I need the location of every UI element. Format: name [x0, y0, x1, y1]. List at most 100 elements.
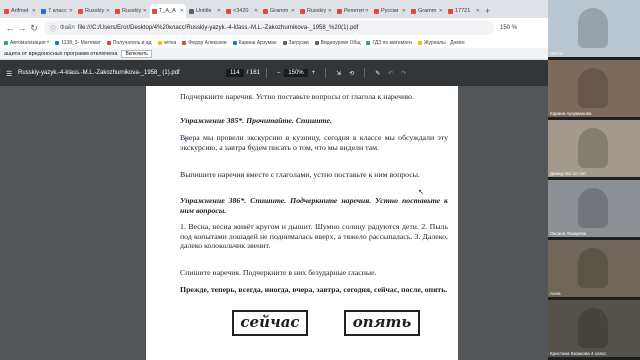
- bookmark-favicon-icon: [157, 41, 162, 45]
- page-number-input[interactable]: 114: [226, 69, 244, 77]
- tab-close-icon[interactable]: ✕: [180, 8, 184, 14]
- file-info-icon: ⓘ: [50, 26, 57, 33]
- address-bar[interactable]: ⓘ Файл file:///C:/Users/Eror/Desktop/4%2…: [44, 21, 494, 35]
- tab-favicon-icon: [374, 8, 379, 14]
- participant-tile[interactable]: Настя: [548, 0, 640, 57]
- participant-name: Кристина Казакова 4 класс: [550, 351, 607, 356]
- reload-icon[interactable]: ↻: [28, 23, 40, 34]
- participant-video: [578, 188, 608, 228]
- tab-favicon-icon: [78, 8, 83, 14]
- zoom-out-icon[interactable]: –: [277, 70, 280, 76]
- browser-tab[interactable]: Репетит ✕: [335, 4, 371, 18]
- browser-toolbar: ← → ↻ ⓘ Файл file:///C:/Users/Eror/Deskt…: [0, 18, 640, 38]
- page-total: / 161: [246, 70, 260, 76]
- back-icon[interactable]: ←: [4, 23, 16, 33]
- menu-icon[interactable]: ☰: [6, 70, 12, 78]
- tab-close-icon[interactable]: ✕: [69, 8, 73, 14]
- enable-protection-button[interactable]: Включить: [121, 49, 152, 58]
- bookmark-item[interactable]: Федор Алексеев: [182, 40, 227, 46]
- browser-tab[interactable]: Русски ✕: [372, 4, 408, 18]
- infobar-text: ащита от вредоносных программ отключена: [4, 50, 118, 57]
- tab-close-icon[interactable]: ✕: [254, 8, 258, 14]
- browser-tab[interactable]: Untitle ✕: [187, 4, 223, 18]
- bookmark-item[interactable]: Загрузки: [282, 40, 309, 46]
- tab-close-icon[interactable]: ✕: [328, 8, 332, 14]
- annotation-mark-icon: ⱴ: [184, 134, 189, 145]
- zoom-input[interactable]: 150%: [284, 69, 308, 77]
- bookmark-favicon-icon: [314, 41, 319, 45]
- url-prefix: Файл: [60, 25, 75, 31]
- browser-tab[interactable]: T_A_A ✕: [150, 4, 186, 18]
- bookmark-item[interactable]: Видеоуроки Общ: [314, 40, 360, 46]
- undo-icon[interactable]: ↶: [388, 70, 393, 77]
- participant-tile[interactable]: Давид 4кл 10 лет: [548, 120, 640, 177]
- tab-label: <3420: [233, 8, 249, 14]
- tab-close-icon[interactable]: ✕: [106, 8, 110, 14]
- browser-tab[interactable]: 7 класс ✕: [39, 4, 75, 18]
- tab-close-icon[interactable]: ✕: [291, 8, 295, 14]
- bookmark-favicon-icon: [55, 41, 60, 45]
- tab-favicon-icon: [448, 8, 453, 14]
- participant-tile[interactable]: Карина Арзуманова: [548, 60, 640, 117]
- participant-tile[interactable]: Оксана Лазарева: [548, 180, 640, 237]
- tab-close-icon[interactable]: ✕: [476, 8, 480, 14]
- tab-close-icon[interactable]: ✕: [365, 8, 369, 14]
- browser-tab[interactable]: Russkiy ✕: [298, 4, 334, 18]
- bookmark-label: чётка: [163, 40, 177, 46]
- browser-tab[interactable]: Gramm ✕: [261, 4, 297, 18]
- tab-favicon-icon: [300, 8, 305, 14]
- tab-close-icon[interactable]: ✕: [439, 8, 443, 14]
- forward-icon[interactable]: →: [16, 23, 28, 33]
- bookmark-item[interactable]: Журналы · Дневн: [417, 40, 465, 46]
- browser-tab[interactable]: Russkiy ✕: [76, 4, 112, 18]
- tab-close-icon[interactable]: ✕: [32, 8, 36, 14]
- bookmark-label: Журналы · Дневн: [423, 40, 465, 46]
- bookmark-favicon-icon: [282, 41, 287, 45]
- participant-tile[interactable]: Кристина Казакова 4 класс: [548, 300, 640, 357]
- bookmark-label: ГДЗ по математи: [372, 40, 412, 46]
- browser-tab[interactable]: <3420 ✕: [224, 4, 260, 18]
- bookmark-item[interactable]: 1138_3- Математ: [55, 40, 101, 46]
- bookmark-label: Получатель и ад: [112, 40, 152, 46]
- participant-video: [578, 308, 608, 348]
- pdf-page: Подчеркните наречия. Устно поставьте воп…: [146, 86, 458, 360]
- tab-favicon-icon: [4, 8, 9, 14]
- bookmark-item[interactable]: Автоматизация т: [4, 40, 49, 46]
- browser-tab[interactable]: 17721 ✕: [446, 4, 482, 18]
- paragraph: Спишите наречия. Подчеркните в них безуд…: [180, 268, 377, 277]
- participant-tile[interactable]: Анна: [548, 240, 640, 297]
- bookmark-item[interactable]: чётка: [157, 40, 177, 46]
- new-tab-icon[interactable]: +: [485, 4, 490, 18]
- browser-tab[interactable]: Russkiy ✕: [113, 4, 149, 18]
- bookmark-favicon-icon: [106, 41, 111, 45]
- bookmark-item[interactable]: Получатель и ад: [106, 40, 152, 46]
- rotate-icon[interactable]: ⟲: [349, 70, 354, 77]
- tab-close-icon[interactable]: ✕: [402, 8, 406, 14]
- url-text: file:///C:/Users/Eror/Desktop/4%20класс/…: [77, 25, 359, 31]
- tab-label: Untitle: [196, 8, 212, 14]
- security-infobar: ащита от вредоносных программ отключена …: [0, 48, 548, 60]
- redo-icon[interactable]: ↷: [401, 70, 406, 77]
- tab-label: Russkiy: [307, 8, 327, 14]
- paragraph: 1. Весна, весна живёт кругом и дышит. Шу…: [180, 222, 448, 251]
- annotate-icon[interactable]: ✎: [375, 70, 380, 77]
- tab-close-icon[interactable]: ✕: [217, 8, 221, 14]
- tab-label: Gramm: [418, 8, 437, 14]
- bookmark-item[interactable]: Карина Арзуман: [232, 40, 277, 46]
- pdf-toolbar: ☰ Russkiy-yazyk.-4-klass.-M.L.-Zakozhurn…: [0, 60, 548, 86]
- tab-favicon-icon: [115, 8, 120, 14]
- page-controls: 114 / 161 – 150% + ⇲ ⟲ ✎ ↶ ↷: [226, 68, 410, 78]
- zoom-in-icon[interactable]: +: [312, 70, 316, 76]
- fit-page-icon[interactable]: ⇲: [336, 70, 341, 77]
- zoom-indicator[interactable]: 150 %: [500, 25, 517, 31]
- pdf-viewer[interactable]: Подчеркните наречия. Устно поставьте воп…: [0, 86, 548, 360]
- paragraph: Подчеркните наречия. Устно поставьте воп…: [180, 92, 414, 101]
- browser-tab[interactable]: Arifmet ✕: [2, 4, 38, 18]
- bookmark-item[interactable]: ГДЗ по математи: [366, 40, 412, 46]
- participant-video: [578, 248, 608, 288]
- browser-tab[interactable]: Gramm ✕: [409, 4, 445, 18]
- tab-favicon-icon: [411, 8, 416, 14]
- tab-label: 17721: [455, 8, 471, 14]
- bookmark-favicon-icon: [417, 41, 422, 45]
- tab-close-icon[interactable]: ✕: [143, 8, 147, 14]
